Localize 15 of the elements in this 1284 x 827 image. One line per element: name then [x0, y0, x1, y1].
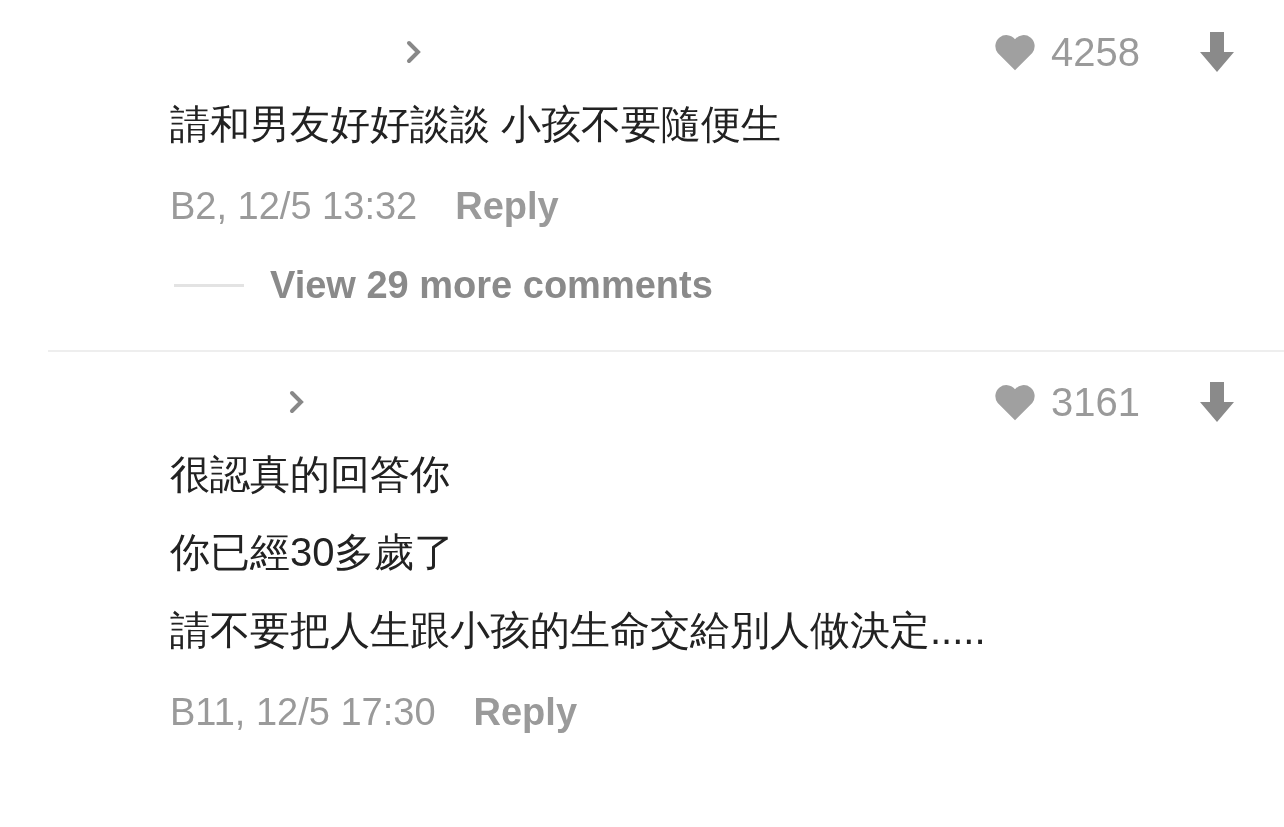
view-more-link[interactable]: View 29 more comments	[270, 263, 713, 307]
down-arrow-icon[interactable]	[1198, 30, 1236, 74]
comment-text: 請不要把人生跟小孩的生命交給別人做決定.....	[170, 607, 987, 654]
comment-meta: B2, 12/5 13:32	[170, 184, 418, 228]
heart-icon[interactable]	[993, 32, 1037, 72]
comment-text: 請和男友好好談談 小孩不要隨便生	[170, 101, 783, 148]
comment-text: 很認真的回答你	[170, 451, 451, 498]
down-arrow-icon[interactable]	[1198, 380, 1236, 424]
reply-link[interactable]: Reply	[455, 184, 559, 228]
like-count: 4258	[1051, 29, 1140, 75]
heart-icon[interactable]	[993, 382, 1037, 422]
reply-link[interactable]: Reply	[473, 690, 577, 734]
comment-text: 你已經30多歲了	[170, 529, 456, 576]
like-count: 3161	[1051, 379, 1140, 425]
comment-meta: B11, 12/5 17:30	[170, 690, 436, 734]
